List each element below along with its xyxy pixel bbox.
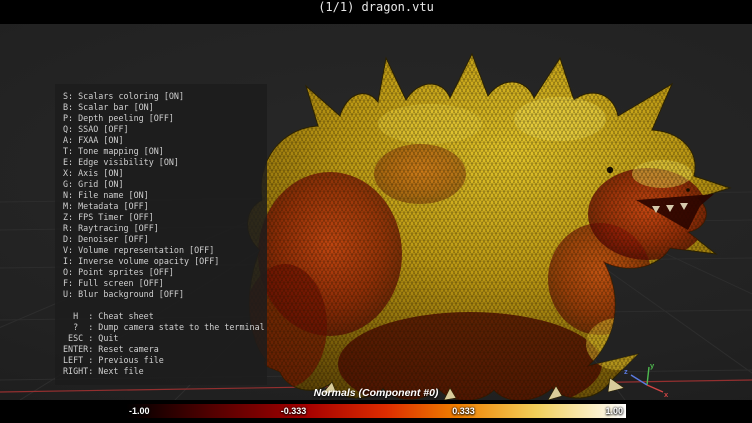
cheatsheet-action-line: RIGHT: Next file (63, 366, 259, 377)
dragon-eye (607, 167, 613, 173)
cheatsheet-action-line: H : Cheat sheet (63, 311, 259, 322)
scalar-bar-tick: 0.333 (452, 406, 475, 416)
axis-x-label: x (664, 390, 669, 399)
scalar-bar-tick: -1.00 (129, 406, 150, 416)
cheatsheet-toggle-line: V: Volume representation [OFF] (63, 245, 259, 256)
cheatsheet-toggle-line: B: Scalar bar [ON] (63, 102, 259, 113)
cheatsheet-toggle-line: X: Axis [ON] (63, 168, 259, 179)
axes-widget[interactable]: y x z (622, 362, 670, 404)
cheatsheet-toggle-line: T: Tone mapping [ON] (63, 146, 259, 157)
cheatsheet-gap (63, 300, 259, 311)
axis-y-line (647, 367, 649, 385)
cheatsheet-toggle-line: M: Metadata [OFF] (63, 201, 259, 212)
cheatsheet-toggles: S: Scalars coloring [ON]B: Scalar bar [O… (63, 91, 259, 300)
cheatsheet-toggle-line: F: Full screen [OFF] (63, 278, 259, 289)
scalar-bar-gradient: -1.00 -0.333 0.333 1.00 (126, 404, 626, 418)
cheatsheet-toggle-line: G: Grid [ON] (63, 179, 259, 190)
file-title: (1/1) dragon.vtu (0, 0, 752, 14)
viewport-3d[interactable]: S: Scalars coloring [ON]B: Scalar bar [O… (0, 24, 752, 400)
cheatsheet-action-line: LEFT : Previous file (63, 355, 259, 366)
top-bar: (1/1) dragon.vtu (0, 0, 752, 24)
cheatsheet-actions: H : Cheat sheet ? : Dump camera state to… (63, 311, 259, 377)
scalar-bar-title: Normals (Component #0) (126, 387, 626, 399)
cheatsheet-toggle-line: S: Scalars coloring [ON] (63, 91, 259, 102)
cheatsheet-overlay: S: Scalars coloring [ON]B: Scalar bar [O… (55, 84, 267, 385)
cheatsheet-toggle-line: A: FXAA [ON] (63, 135, 259, 146)
axis-x-line (647, 385, 663, 392)
cheatsheet-toggle-line: R: Raytracing [OFF] (63, 223, 259, 234)
cheatsheet-action-line: ESC : Quit (63, 333, 259, 344)
cheatsheet-action-line: ? : Dump camera state to the terminal (63, 322, 259, 333)
cheatsheet-toggle-line: N: File name [ON] (63, 190, 259, 201)
scalar-bar-tick: -0.333 (281, 406, 307, 416)
dragon-model (235, 34, 745, 400)
cheatsheet-toggle-line: I: Inverse volume opacity [OFF] (63, 256, 259, 267)
cheatsheet-toggle-line: P: Depth peeling [OFF] (63, 113, 259, 124)
axis-z-line (631, 375, 647, 385)
cheatsheet-toggle-line: U: Blur background [OFF] (63, 289, 259, 300)
axis-y-label: y (650, 362, 655, 370)
scalar-bar: Normals (Component #0) -1.00 -0.333 0.333 1… (126, 387, 626, 418)
cheatsheet-toggle-line: E: Edge visibility [ON] (63, 157, 259, 168)
cheatsheet-toggle-line: Q: SSAO [OFF] (63, 124, 259, 135)
cheatsheet-toggle-line: O: Point sprites [OFF] (63, 267, 259, 278)
axis-z-label: z (624, 367, 628, 376)
cheatsheet-toggle-line: D: Denoiser [OFF] (63, 234, 259, 245)
dragon-nostril (686, 188, 690, 192)
cheatsheet-toggle-line: Z: FPS Timer [OFF] (63, 212, 259, 223)
viewer-window: (1/1) dragon.vtu (0, 0, 752, 423)
cheatsheet-action-line: ENTER: Reset camera (63, 344, 259, 355)
scalar-bar-tick: 1.00 (605, 406, 623, 416)
